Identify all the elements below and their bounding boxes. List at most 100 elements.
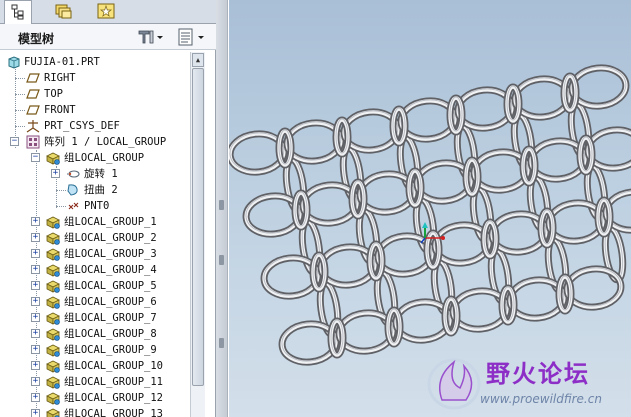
group-icon [46, 376, 60, 389]
splitter-grip[interactable] [219, 200, 224, 210]
expand-toggle-icon[interactable]: + [31, 233, 40, 242]
expand-toggle-icon[interactable]: + [31, 281, 40, 290]
tree-item-revolve[interactable]: + 旋转 1 [0, 166, 190, 182]
collapse-toggle-icon[interactable]: − [31, 153, 40, 162]
tree-item-pattern[interactable]: − 阵列 1 / LOCAL_GROUP [0, 134, 190, 150]
tab-folder-browser[interactable] [50, 0, 78, 22]
scroll-thumb[interactable] [192, 68, 204, 386]
tree-item-label: 组LOCAL_GROUP_12 [64, 392, 164, 404]
scroll-up-icon[interactable]: ▲ [192, 53, 204, 67]
tree-item-group[interactable]: + 组LOCAL_GROUP_10 [0, 358, 190, 374]
tree-item-front[interactable]: FRONT [0, 102, 190, 118]
tree-scrollbar[interactable]: ▲ [190, 52, 205, 417]
group-icon [46, 360, 60, 373]
group-icon [46, 152, 60, 165]
expand-toggle-icon[interactable]: + [31, 409, 40, 417]
group-icon [46, 280, 60, 293]
splitter-grip[interactable] [219, 255, 224, 265]
csys-icon [26, 120, 40, 133]
tree-item-group[interactable]: + 组LOCAL_GROUP_5 [0, 278, 190, 294]
datum-plane-icon [26, 105, 40, 115]
datum-plane-icon [26, 73, 40, 83]
model-tree: FUJIA-01.PRT RIGHT TOP FRONT PRT_CSYS_DE… [0, 52, 190, 417]
tree-item-label: FRONT [44, 104, 76, 116]
tools-icon [138, 30, 163, 44]
expand-toggle-icon[interactable]: + [51, 169, 60, 178]
group-icon [46, 392, 60, 405]
tree-item-group[interactable]: + 组LOCAL_GROUP_12 [0, 390, 190, 406]
group-icon [46, 408, 60, 417]
expand-toggle-icon[interactable]: + [31, 265, 40, 274]
tree-item-local-group[interactable]: − 组LOCAL_GROUP [0, 150, 190, 166]
tree-show-button[interactable] [176, 28, 208, 46]
revolve-icon [67, 170, 80, 178]
tree-item-label: 组LOCAL_GROUP_13 [64, 408, 164, 417]
datum-point-icon [68, 202, 79, 210]
tree-item-label: 组LOCAL_GROUP_9 [64, 344, 157, 356]
navigator-panel: 模型树 FUJIA-01.PRT RIGHT TOP FRONT PRT_CSY… [0, 0, 216, 417]
expand-toggle-icon[interactable]: + [31, 313, 40, 322]
tree-item-group[interactable]: + 组LOCAL_GROUP_11 [0, 374, 190, 390]
expand-toggle-icon[interactable]: + [31, 393, 40, 402]
pattern-icon [26, 135, 40, 149]
group-icon [46, 248, 60, 261]
tree-item-label: 组LOCAL_GROUP_3 [64, 248, 157, 260]
watermark-url: www.proewildfire.cn [480, 392, 602, 406]
tree-item-group[interactable]: + 组LOCAL_GROUP_8 [0, 326, 190, 342]
tree-item-label: 组LOCAL_GROUP_5 [64, 280, 157, 292]
group-icon [46, 216, 60, 229]
expand-toggle-icon[interactable]: + [31, 297, 40, 306]
expand-toggle-icon[interactable]: + [31, 329, 40, 338]
group-icon [46, 344, 60, 357]
collapse-toggle-icon[interactable]: − [10, 137, 19, 146]
tree-icon [11, 4, 24, 20]
part-icon [8, 56, 20, 69]
expand-toggle-icon[interactable]: + [31, 217, 40, 226]
tree-item-label: 组LOCAL_GROUP_11 [64, 376, 164, 388]
tree-item-group[interactable]: + 组LOCAL_GROUP_7 [0, 310, 190, 326]
tree-item-label: 组LOCAL_GROUP_10 [64, 360, 164, 372]
tree-item-root[interactable]: FUJIA-01.PRT [0, 54, 190, 70]
splitter-grip[interactable] [219, 338, 224, 348]
forum-watermark: 野火论坛 www.proewildfire.cn [424, 350, 631, 417]
navigator-tabs [0, 0, 216, 24]
tree-item-csys[interactable]: PRT_CSYS_DEF [0, 118, 190, 134]
datum-plane-icon [26, 89, 40, 99]
tree-item-label: RIGHT [44, 72, 76, 84]
expand-toggle-icon[interactable]: + [31, 377, 40, 386]
tree-item-label: 组LOCAL_GROUP_7 [64, 312, 157, 324]
tree-item-top[interactable]: TOP [0, 86, 190, 102]
tree-settings-button[interactable] [136, 28, 166, 46]
tree-item-group[interactable]: + 组LOCAL_GROUP_4 [0, 262, 190, 278]
tab-model-tree[interactable] [4, 0, 32, 24]
group-icon [46, 312, 60, 325]
folders-icon [55, 4, 72, 19]
tree-item-label: PNT0 [84, 200, 110, 212]
expand-toggle-icon[interactable]: + [31, 361, 40, 370]
star-icon [97, 3, 115, 19]
tree-item-group[interactable]: + 组LOCAL_GROUP_13 [0, 406, 190, 417]
group-icon [46, 296, 60, 309]
tree-item-group[interactable]: + 组LOCAL_GROUP_1 [0, 214, 190, 230]
tree-item-label: PRT_CSYS_DEF [44, 120, 120, 132]
tree-item-group[interactable]: + 组LOCAL_GROUP_3 [0, 246, 190, 262]
tree-item-group[interactable]: + 组LOCAL_GROUP_9 [0, 342, 190, 358]
expand-toggle-icon[interactable]: + [31, 345, 40, 354]
tree-item-label: FUJIA-01.PRT [24, 56, 100, 68]
group-icon [46, 328, 60, 341]
tree-item-label: 组LOCAL_GROUP_2 [64, 232, 157, 244]
tree-item-group[interactable]: + 组LOCAL_GROUP_6 [0, 294, 190, 310]
tree-item-label: 组LOCAL_GROUP_8 [64, 328, 157, 340]
panel-splitter[interactable] [216, 0, 228, 417]
watermark-title: 野火论坛 [486, 360, 590, 388]
tree-item-label: 旋转 1 [84, 168, 118, 180]
tab-favorites[interactable] [92, 0, 120, 22]
flame-logo-icon [427, 358, 481, 410]
tree-item-warp[interactable]: 扭曲 2 [0, 182, 190, 198]
tree-item-point[interactable]: PNT0 [0, 198, 190, 214]
group-icon [46, 264, 60, 277]
tree-item-group[interactable]: + 组LOCAL_GROUP_2 [0, 230, 190, 246]
tree-item-right[interactable]: RIGHT [0, 70, 190, 86]
graphics-viewport[interactable]: 野火论坛 www.proewildfire.cn [229, 0, 631, 417]
expand-toggle-icon[interactable]: + [31, 249, 40, 258]
